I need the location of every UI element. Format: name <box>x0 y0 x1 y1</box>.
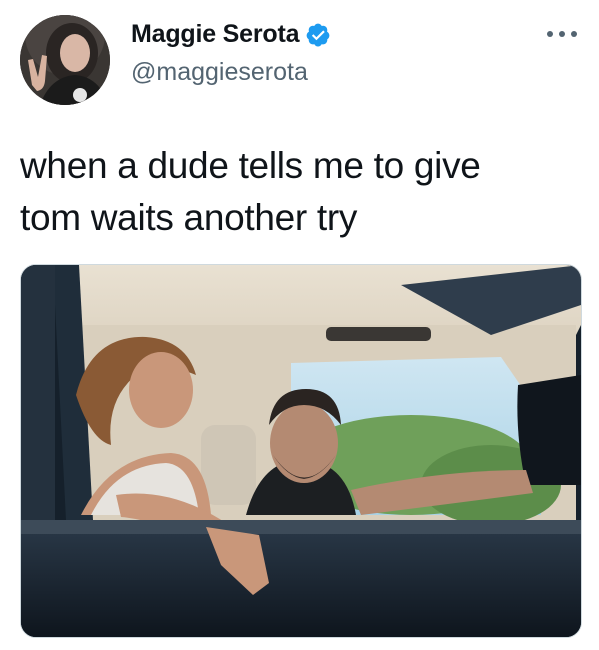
more-options-icon[interactable] <box>542 22 582 46</box>
avatar[interactable] <box>20 15 110 105</box>
tweet-media-image[interactable] <box>20 264 582 638</box>
tweet-text: when a dude tells me to give tom waits a… <box>20 145 481 238</box>
display-name[interactable]: Maggie Serota <box>131 20 299 49</box>
tweet-card: Maggie Serota @maggieserota when a dude … <box>0 0 599 650</box>
verified-badge-icon <box>305 22 331 48</box>
avatar-photo <box>20 15 110 105</box>
car-photo <box>21 265 581 637</box>
author-handle[interactable]: @maggieserota <box>131 58 308 87</box>
author-name-row[interactable]: Maggie Serota <box>131 20 331 49</box>
